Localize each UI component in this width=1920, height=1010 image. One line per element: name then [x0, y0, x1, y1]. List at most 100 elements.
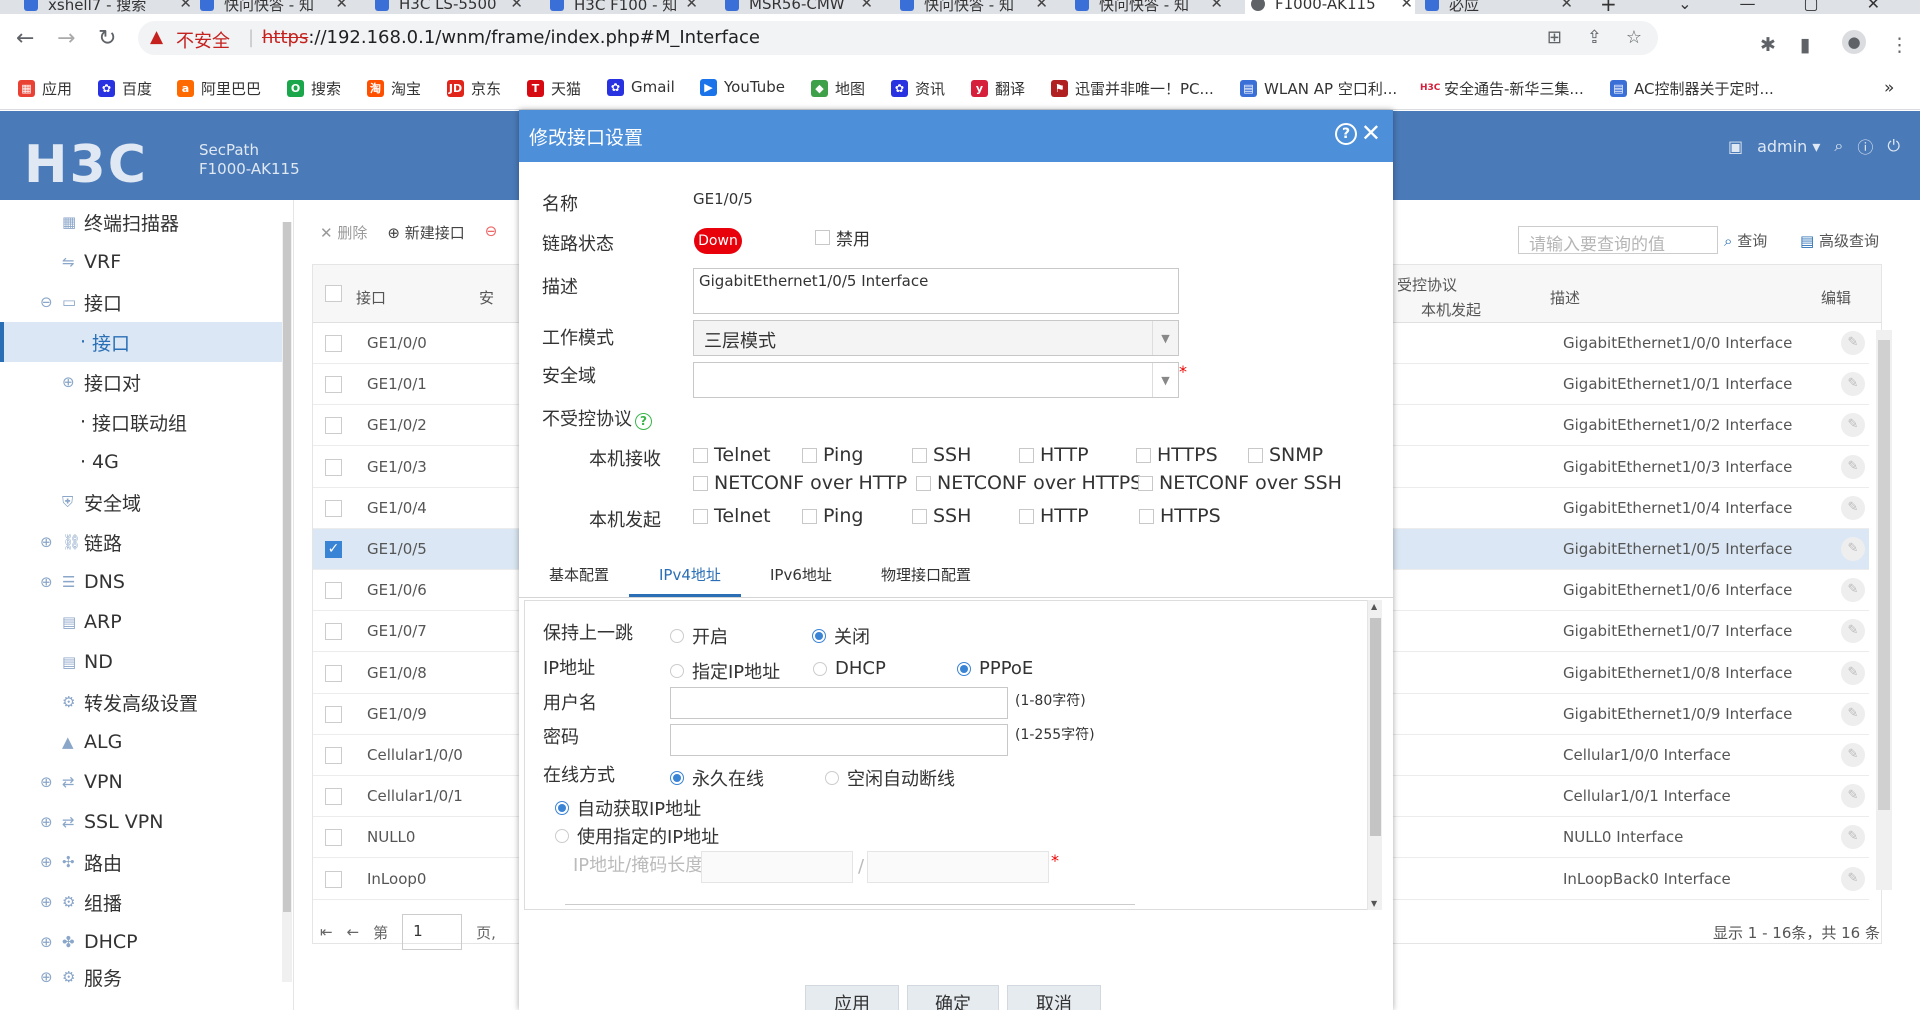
bookmark-item[interactable]: H3C 安全通告-新华三集...: [1420, 78, 1584, 99]
edit-icon[interactable]: ✎: [1841, 784, 1865, 809]
browser-tab[interactable]: MSR56-CMW ✕: [725, 0, 875, 14]
browser-tab[interactable]: H3C F100 - 知 ✕: [550, 0, 700, 14]
tab-basic[interactable]: 基本配置: [549, 564, 609, 585]
sidebar-item-vrf[interactable]: ⇋ VRF: [0, 242, 282, 282]
share-icon[interactable]: ⇪: [1587, 27, 1602, 48]
always-online-radio[interactable]: 永久在线: [670, 765, 764, 791]
user-menu[interactable]: admin ▾: [1757, 137, 1820, 156]
edit-icon[interactable]: ✎: [1841, 825, 1865, 850]
close-tab-icon[interactable]: ✕: [179, 0, 192, 12]
row-checkbox[interactable]: ✓: [325, 541, 342, 558]
edit-icon[interactable]: ✎: [1841, 701, 1865, 726]
column-header-interface[interactable]: 接口: [356, 287, 386, 308]
sidebar-item-forwarding[interactable]: ⚙ 转发高级设置: [0, 682, 282, 722]
new-interface-button[interactable]: ⊕ 新建接口: [387, 222, 464, 243]
scroll-up-icon[interactable]: ▲: [1371, 602, 1377, 611]
close-tab-icon[interactable]: ✕: [1400, 0, 1413, 12]
scrollbar-thumb[interactable]: [283, 222, 291, 912]
save-icon[interactable]: ▣: [1728, 137, 1743, 156]
recv-netconf-https-checkbox[interactable]: NETCONF over HTTPS: [916, 472, 1142, 494]
row-checkbox[interactable]: [325, 458, 342, 476]
recv-ssh-checkbox[interactable]: SSH: [912, 444, 971, 466]
auto-ip-radio[interactable]: 自动获取IP地址: [555, 795, 701, 821]
browser-tab[interactable]: 快问快答 - 知 ✕: [900, 0, 1050, 14]
row-checkbox[interactable]: [325, 664, 342, 682]
disable-checkbox[interactable]: 禁用: [815, 225, 870, 250]
row-checkbox[interactable]: [325, 582, 342, 600]
delete-button[interactable]: ✕ 删除: [320, 222, 367, 243]
row-checkbox[interactable]: [325, 788, 342, 806]
maximize-icon[interactable]: ▢: [1803, 0, 1818, 13]
sidebar-item-interface[interactable]: · 接口: [0, 322, 282, 362]
first-page-icon[interactable]: ⇤: [320, 923, 333, 941]
password-input[interactable]: [670, 724, 1008, 756]
bookmark-item[interactable]: a 阿里巴巴: [177, 78, 261, 99]
new-tab-button[interactable]: +: [1600, 0, 1620, 14]
apply-button[interactable]: 应用: [805, 985, 899, 1010]
forward-icon[interactable]: →: [57, 26, 75, 51]
recv-telnet-checkbox[interactable]: Telnet: [693, 444, 771, 466]
orig-ssh-checkbox[interactable]: SSH: [912, 505, 971, 527]
edit-icon[interactable]: ✎: [1841, 619, 1865, 644]
bookmark-item[interactable]: ▤ AC控制器关于定时...: [1610, 78, 1774, 99]
recv-netconf-http-checkbox[interactable]: NETCONF over HTTP: [693, 472, 907, 494]
edit-icon[interactable]: ✎: [1841, 331, 1865, 355]
edit-icon[interactable]: ✎: [1841, 537, 1865, 561]
sidebar-item-dns[interactable]: ⊕ ☰ DNS: [0, 562, 282, 602]
idle-disconnect-radio[interactable]: 空闲自动断线: [825, 765, 955, 791]
column-header-security[interactable]: 安: [479, 287, 494, 308]
row-checkbox[interactable]: [325, 623, 342, 641]
recv-snmp-checkbox[interactable]: SNMP: [1248, 444, 1323, 466]
prev-page-icon[interactable]: ←: [347, 923, 360, 941]
bookmark-item[interactable]: JD 京东: [447, 78, 501, 99]
pane-scrollbar[interactable]: ▲ ▼: [1367, 600, 1382, 910]
browser-tab[interactable]: H3C LS-5500 ✕: [375, 0, 525, 14]
dhcp-radio[interactable]: DHCP: [813, 658, 886, 679]
close-icon[interactable]: ✕: [1361, 119, 1381, 147]
row-checkbox[interactable]: [325, 417, 342, 435]
bookmark-item[interactable]: 淘淘宝: [367, 78, 421, 99]
bookmark-item[interactable]: T 天猫: [527, 78, 581, 99]
browser-tab-active[interactable]: F1000-AK115 ✕: [1245, 0, 1415, 14]
row-checkbox[interactable]: [325, 705, 342, 723]
search-input[interactable]: 请输入要查询的值: [1518, 226, 1718, 255]
manual-ip-radio[interactable]: 使用指定的IP地址: [555, 823, 719, 849]
edit-icon[interactable]: ✎: [1841, 454, 1865, 479]
browser-tab[interactable]: 快问快答 - 知 ✕: [200, 0, 350, 14]
mask-length-input[interactable]: [867, 851, 1049, 883]
browser-tab[interactable]: 必应 ✕: [1425, 0, 1575, 14]
recv-netconf-ssh-checkbox[interactable]: NETCONF over SSH: [1138, 472, 1342, 494]
edit-icon[interactable]: ✎: [1841, 578, 1865, 603]
search-icon[interactable]: ⌕: [1834, 136, 1843, 156]
more-icon[interactable]: ⊖: [485, 222, 498, 243]
pppoe-radio[interactable]: PPPoE: [957, 658, 1033, 679]
sidebar-item-service[interactable]: ⊕ ⚙ 服务: [0, 962, 282, 992]
bookmark-item[interactable]: y 翻译: [971, 78, 1025, 99]
sidebar-item-sslvpn[interactable]: ⊕ ⇄ SSL VPN: [0, 802, 282, 842]
edit-icon[interactable]: ✎: [1841, 660, 1865, 685]
sidebar-item-vpn[interactable]: ⊕ ⇄ VPN: [0, 762, 282, 802]
orig-telnet-checkbox[interactable]: Telnet: [693, 505, 771, 527]
scrollbar-thumb[interactable]: [1370, 618, 1381, 836]
row-checkbox[interactable]: [325, 376, 342, 394]
help-icon[interactable]: ⓘ: [1857, 134, 1873, 158]
more-bookmarks-button[interactable]: »: [1884, 78, 1894, 98]
select-all-checkbox[interactable]: [325, 285, 342, 302]
tab-physical[interactable]: 物理接口配置: [881, 564, 971, 585]
menu-kebab-icon[interactable]: ⋮: [1890, 34, 1909, 56]
edit-icon[interactable]: ✎: [1841, 866, 1865, 891]
bookmark-item[interactable]: ⚑ 迅雷并非唯一！PC...: [1051, 78, 1214, 99]
tab-search-icon[interactable]: ⌄: [1678, 0, 1691, 13]
sidebar-scrollbar[interactable]: [282, 222, 292, 982]
hold-off-radio[interactable]: 关闭: [812, 623, 870, 649]
recv-https-checkbox[interactable]: HTTPS: [1136, 444, 1218, 466]
translate-icon[interactable]: ⊞: [1547, 27, 1562, 48]
scroll-down-icon[interactable]: ▼: [1371, 899, 1377, 908]
desc-input[interactable]: GigabitEthernet1/0/5 Interface: [693, 268, 1179, 314]
close-tab-icon[interactable]: ✕: [1560, 0, 1573, 12]
static-ip-radio[interactable]: 指定IP地址: [670, 658, 780, 684]
sidebar-item-interface-pair[interactable]: ⊕ 接口对: [0, 362, 282, 402]
cancel-button[interactable]: 取消: [1007, 985, 1101, 1010]
profile-avatar-icon[interactable]: ●: [1842, 30, 1866, 54]
close-tab-icon[interactable]: ✕: [1210, 0, 1223, 12]
